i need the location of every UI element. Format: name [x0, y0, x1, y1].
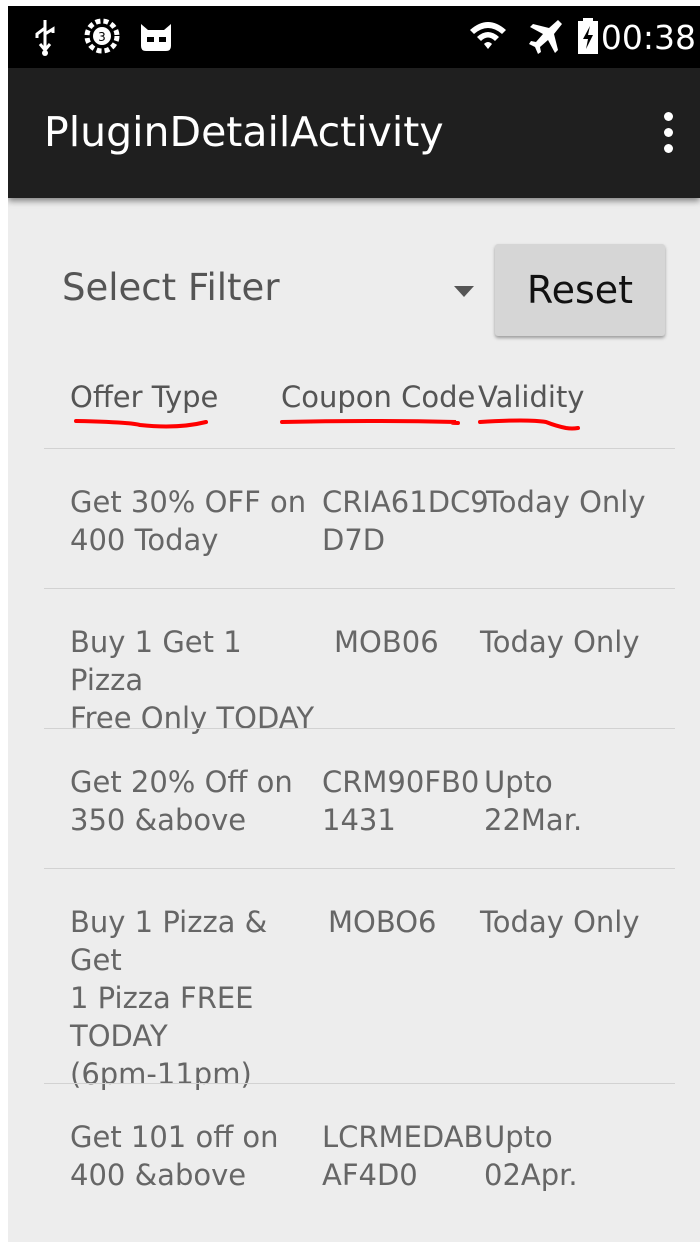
- action-bar: PluginDetailActivity: [8, 68, 700, 198]
- airplane-icon: [529, 20, 562, 54]
- coupon-code-cell: LCRMEDAB AF4D0: [322, 1120, 484, 1192]
- dropdown-arrow-icon: [454, 286, 474, 297]
- list-item[interactable]: Buy 1 Get 1 Pizza Free Only TODAY MOB06 …: [44, 588, 675, 735]
- offer-type-cell: Get 20% Off on 350 &above: [70, 765, 293, 837]
- validity-cell: Today Only: [480, 625, 640, 659]
- battery-charging-icon: [578, 18, 598, 54]
- status-bar: 3 00:38: [8, 6, 700, 68]
- screen-title: PluginDetailActivity: [44, 108, 444, 156]
- clock: 00:38: [600, 18, 696, 57]
- offer-type-cell: Get 101 off on 400 &above: [70, 1120, 279, 1192]
- coupon-code-cell: MOBO6: [328, 905, 437, 939]
- settings-badge-icon: 3: [84, 18, 120, 54]
- screen: 3 00:38 PluginDetailActivity Select Filt…: [8, 6, 700, 1242]
- list-item[interactable]: Get 101 off on 400 &above LCRMEDAB AF4D0…: [44, 1083, 675, 1234]
- offer-type-cell: Get 30% OFF on 400 Today: [70, 485, 307, 557]
- coupon-list: Get 30% OFF on 400 Today CRIA61DC9 D7D T…: [44, 448, 675, 1234]
- red-underline-annotations: [74, 418, 580, 431]
- coupon-code-cell: CRIA61DC9 D7D: [322, 485, 489, 557]
- list-item[interactable]: Get 30% OFF on 400 Today CRIA61DC9 D7D T…: [44, 448, 675, 588]
- offer-type-cell: Buy 1 Pizza & Get 1 Pizza FREE TODAY (6p…: [70, 905, 268, 1091]
- overflow-menu-icon[interactable]: [662, 112, 674, 154]
- validity-cell: Today Only: [486, 485, 646, 519]
- svg-text:3: 3: [98, 30, 106, 44]
- filter-row: Select Filter Reset: [8, 236, 700, 336]
- validity-cell: Upto 22Mar.: [484, 765, 583, 837]
- header-coupon-code: Coupon Code: [281, 380, 476, 414]
- usb-icon: [35, 20, 55, 56]
- coupon-code-cell: CRM90FB0 1431: [322, 765, 480, 837]
- list-item[interactable]: Get 20% Off on 350 &above CRM90FB0 1431 …: [44, 728, 675, 868]
- header-offer-type: Offer Type: [70, 380, 219, 414]
- reset-button[interactable]: Reset: [495, 244, 665, 336]
- offer-type-cell: Buy 1 Get 1 Pizza Free Only TODAY: [70, 625, 315, 735]
- filter-spinner-label: Select Filter: [62, 266, 280, 309]
- list-item[interactable]: Buy 1 Pizza & Get 1 Pizza FREE TODAY (6p…: [44, 868, 675, 1091]
- wifi-icon: [470, 22, 506, 49]
- validity-cell: Upto 02Apr.: [484, 1120, 578, 1192]
- coupon-code-cell: MOB06: [334, 625, 439, 659]
- filter-spinner[interactable]: Select Filter: [44, 236, 484, 336]
- validity-cell: Today Only: [480, 905, 640, 939]
- cyanogen-icon: [141, 24, 171, 51]
- header-validity: Validity: [478, 380, 585, 414]
